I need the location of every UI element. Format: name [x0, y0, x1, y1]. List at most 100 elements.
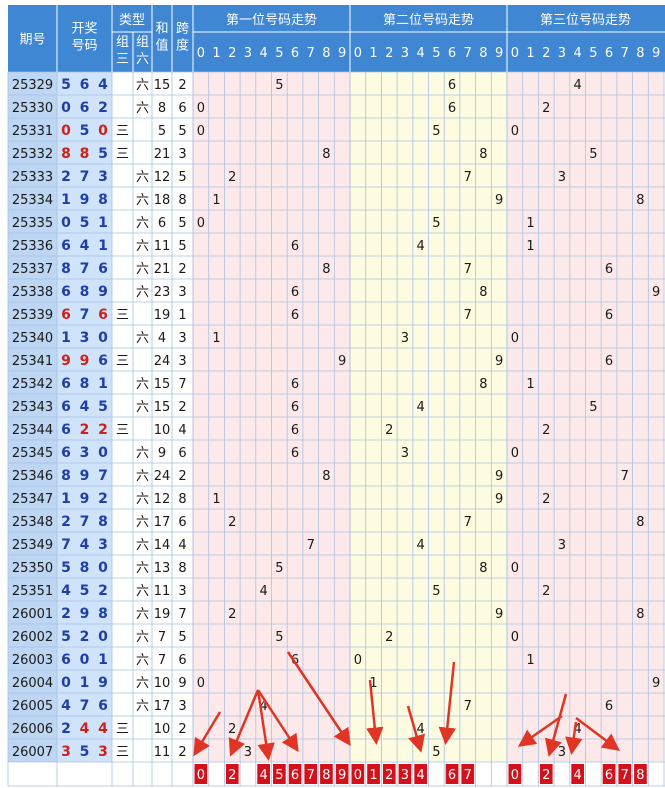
type-zu-san-cell: 三 [116, 423, 129, 438]
award-digit: 1 [61, 192, 71, 208]
type-zu-liu-cell: 六 [136, 193, 149, 208]
award-digit: 9 [80, 491, 90, 507]
prediction-digit: 2 [542, 768, 550, 783]
period-cell: 26007 [12, 745, 53, 760]
award-digit: 0 [61, 123, 71, 139]
trend-mark-zone-1: 1 [212, 193, 220, 208]
type-zu-liu-cell: 六 [136, 446, 149, 461]
type-zu-liu-cell: 六 [136, 630, 149, 645]
header-digit-label: 2 [228, 46, 236, 61]
prediction-digit: 4 [574, 768, 582, 783]
span-cell: 3 [178, 699, 186, 714]
award-digit: 3 [98, 537, 108, 553]
award-digit: 1 [98, 238, 108, 254]
award-digit: 6 [61, 307, 71, 323]
trend-mark-zone-1: 6 [291, 285, 299, 300]
award-digit: 5 [61, 77, 71, 93]
type-zu-san-cell: 三 [116, 745, 129, 760]
header-digit-label: 6 [448, 46, 456, 61]
award-digit: 6 [61, 399, 71, 415]
award-digit: 6 [61, 652, 71, 668]
trend-mark-zone-1: 5 [275, 630, 283, 645]
award-digit: 5 [80, 215, 90, 231]
award-digit: 0 [61, 215, 71, 231]
award-digit: 0 [98, 560, 108, 576]
type-zu-liu-cell: 六 [136, 653, 149, 668]
award-digit: 1 [98, 215, 108, 231]
period-cell: 26002 [12, 630, 53, 645]
type-zu-liu-cell: 六 [136, 239, 149, 254]
award-digit: 7 [61, 537, 71, 553]
award-digit: 9 [61, 353, 71, 369]
header-digit-label: 5 [275, 46, 283, 61]
trend-mark-zone-2: 8 [479, 285, 487, 300]
type-zu-san-cell: 三 [116, 354, 129, 369]
type-zu-liu-cell: 六 [136, 699, 149, 714]
award-digit: 6 [61, 422, 71, 438]
span-cell: 2 [178, 722, 186, 737]
period-cell: 25331 [12, 124, 53, 139]
header-digit-label: 5 [589, 46, 597, 61]
period-cell: 25330 [12, 101, 53, 116]
trend-mark-zone-3: 8 [636, 515, 644, 530]
type-zu-liu-cell: 六 [136, 400, 149, 415]
award-digit: 2 [61, 169, 71, 185]
award-digit: 9 [98, 675, 108, 691]
award-digit: 3 [98, 744, 108, 760]
period-cell: 26005 [12, 699, 53, 714]
type-zu-san-cell: 三 [116, 147, 129, 162]
award-digit: 5 [98, 399, 108, 415]
award-digit: 7 [80, 169, 90, 185]
trend-mark-zone-3: 2 [542, 101, 550, 116]
trend-mark-zone-3: 0 [511, 561, 519, 576]
award-digit: 6 [80, 77, 90, 93]
award-digit: 6 [61, 284, 71, 300]
header-zone-2: 第二位号码走势 [383, 12, 474, 28]
span-cell: 5 [178, 630, 186, 645]
type-zu-liu-cell: 六 [136, 331, 149, 346]
trend-mark-zone-3: 9 [652, 285, 660, 300]
type-zu-liu-cell: 六 [136, 170, 149, 185]
award-digit: 8 [80, 146, 90, 162]
header-digit-label: 0 [354, 46, 362, 61]
trend-mark-zone-1: 0 [197, 124, 205, 139]
type-zu-liu-cell: 六 [136, 561, 149, 576]
award-digit: 7 [80, 698, 90, 714]
award-digit: 5 [80, 123, 90, 139]
period-cell: 25338 [12, 285, 53, 300]
trend-mark-zone-2: 7 [464, 515, 472, 530]
header-digit-label: 8 [322, 46, 330, 61]
award-digit: 0 [61, 675, 71, 691]
header-digit-label: 9 [338, 46, 346, 61]
trend-mark-zone-2: 3 [401, 446, 409, 461]
header-digit-label: 0 [197, 46, 205, 61]
header-type: 类型 [119, 13, 145, 28]
sum-cell: 9 [158, 446, 166, 461]
award-digit: 4 [80, 537, 90, 553]
header-digit-label: 4 [417, 46, 425, 61]
award-digit: 3 [80, 445, 90, 461]
sum-cell: 10 [154, 676, 171, 691]
span-cell: 4 [178, 538, 186, 553]
award-digit: 9 [80, 192, 90, 208]
type-zu-liu-cell: 六 [136, 492, 149, 507]
prediction-digit: 1 [369, 768, 377, 783]
award-digit: 2 [98, 422, 108, 438]
prediction-digit: 5 [275, 768, 283, 783]
award-digit: 2 [61, 721, 71, 737]
span-cell: 1 [178, 308, 186, 323]
period-cell: 25347 [12, 492, 53, 507]
trend-mark-zone-3: 2 [542, 492, 550, 507]
prediction-digit: 8 [322, 768, 330, 783]
trend-mark-zone-3: 0 [511, 124, 519, 139]
prediction-digit: 0 [354, 768, 362, 783]
prediction-digit: 9 [338, 768, 346, 783]
prediction-digit: 0 [511, 768, 519, 783]
type-zu-liu-cell: 六 [136, 262, 149, 277]
header-digit-label: 1 [369, 46, 377, 61]
trend-mark-zone-1: 6 [291, 423, 299, 438]
trend-mark-zone-3: 4 [574, 78, 582, 93]
trend-mark-zone-3: 9 [652, 676, 660, 691]
type-zu-liu-cell: 六 [136, 584, 149, 599]
header-digit-label: 7 [307, 46, 315, 61]
